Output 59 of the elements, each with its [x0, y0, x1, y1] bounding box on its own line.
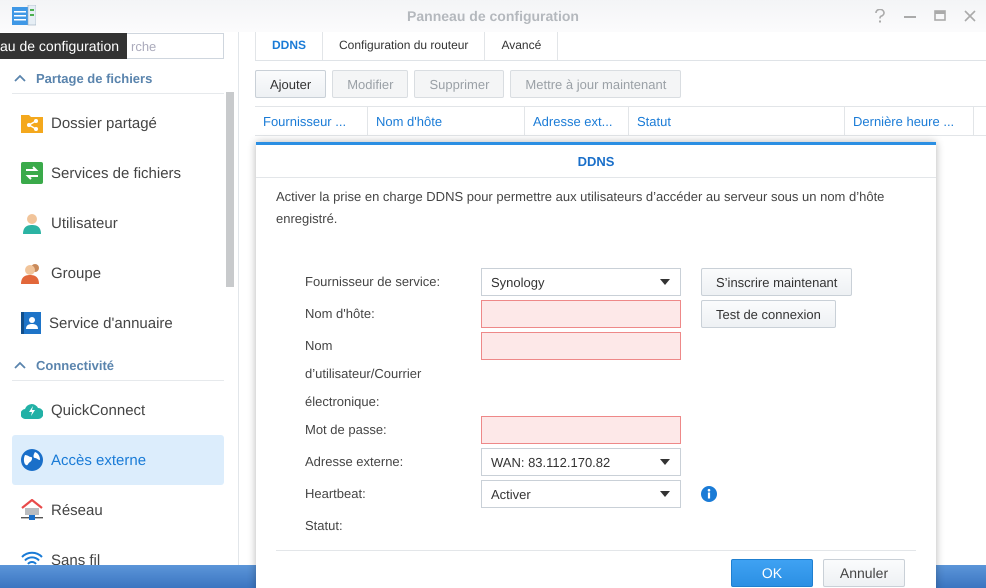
dialog-button[interactable]: Annuler [823, 559, 905, 587]
side-button[interactable]: Test de connexion [701, 300, 836, 328]
dialog-title: DDNS [256, 145, 936, 178]
description-text: Activer la prise en charge DDNS pour permettre aux utilisateurs d’accéder au serveur sous un nom d’hôte enregistré. [275, 188, 886, 228]
sidebar-item[interactable]: Réseau [12, 485, 224, 535]
scrollbar[interactable] [226, 92, 234, 287]
toolbar-button[interactable]: Ajouter [255, 70, 326, 98]
sidebar-item[interactable]: Accès externe [12, 435, 224, 485]
tab[interactable]: DDNS [255, 30, 324, 60]
field-label: Statut: [305, 517, 344, 535]
field-label: Nom d'hôte: [305, 305, 376, 323]
folder-icon [21, 113, 43, 133]
tab[interactable]: Avancé [485, 30, 558, 60]
globe-icon [21, 449, 43, 471]
cloud-bolt-icon [21, 401, 43, 419]
dropdown[interactable]: WAN: 83.112.170.82 [481, 448, 681, 476]
tooltip: au de configuration [0, 33, 128, 59]
column-header[interactable]: Statut [629, 107, 845, 135]
directory-icon [21, 312, 41, 334]
sidebar-item[interactable]: Service d'annuaire [12, 298, 224, 348]
sidebar-group-header[interactable]: Partage de fichiers [12, 63, 224, 94]
sidebar-group-header[interactable]: Connectivité [12, 350, 224, 381]
window-title: Panneau de configuration [407, 8, 579, 24]
dropdown[interactable]: Activer [481, 480, 681, 508]
close-icon[interactable] [964, 9, 976, 23]
input-field[interactable] [481, 416, 681, 444]
field-label: Mot de passe: [305, 421, 388, 439]
column-header[interactable]: Dernière heure ... [845, 107, 974, 135]
input-field[interactable] [481, 332, 681, 360]
user-icon [21, 212, 43, 234]
sidebar-item[interactable]: QuickConnect [12, 385, 224, 435]
sidebar-item[interactable]: Utilisateur [12, 198, 224, 248]
sidebar-item[interactable]: Groupe [12, 248, 224, 298]
help-icon[interactable] [874, 9, 886, 23]
info-icon[interactable] [701, 486, 717, 502]
input-field[interactable] [481, 300, 681, 328]
field-label: Fournisseur de service: [305, 273, 442, 291]
field-label: Nom d’utilisateur/Courrier électronique: [305, 337, 422, 411]
sidebar-item[interactable]: Services de fichiers [12, 148, 224, 198]
column-header[interactable]: Nom d'hôte [368, 107, 525, 135]
dropdown[interactable]: Synology [481, 268, 681, 296]
wifi-icon [21, 551, 43, 565]
caret-icon [14, 361, 26, 369]
dropdown-arrow-icon [660, 491, 670, 497]
sidebar-item[interactable]: Sans fil [12, 535, 224, 565]
control-panel-icon [12, 5, 36, 27]
field-label: Adresse externe: [305, 453, 404, 471]
tab[interactable]: Configuration du routeur [323, 30, 486, 60]
field-label: Heartbeat: [305, 485, 367, 503]
side-button[interactable]: S’inscrire maintenant [701, 268, 852, 296]
column-header[interactable]: Fournisseur ... [255, 107, 368, 135]
column-header[interactable]: Adresse ext... [525, 107, 629, 135]
caret-icon [14, 74, 26, 82]
dropdown-arrow-icon [660, 279, 670, 285]
file-transfer-icon [21, 162, 43, 184]
sidebar-item[interactable]: Dossier partagé [12, 98, 224, 148]
dropdown-arrow-icon [660, 459, 670, 465]
maximize-icon[interactable] [934, 9, 946, 23]
house-network-icon [21, 499, 43, 521]
